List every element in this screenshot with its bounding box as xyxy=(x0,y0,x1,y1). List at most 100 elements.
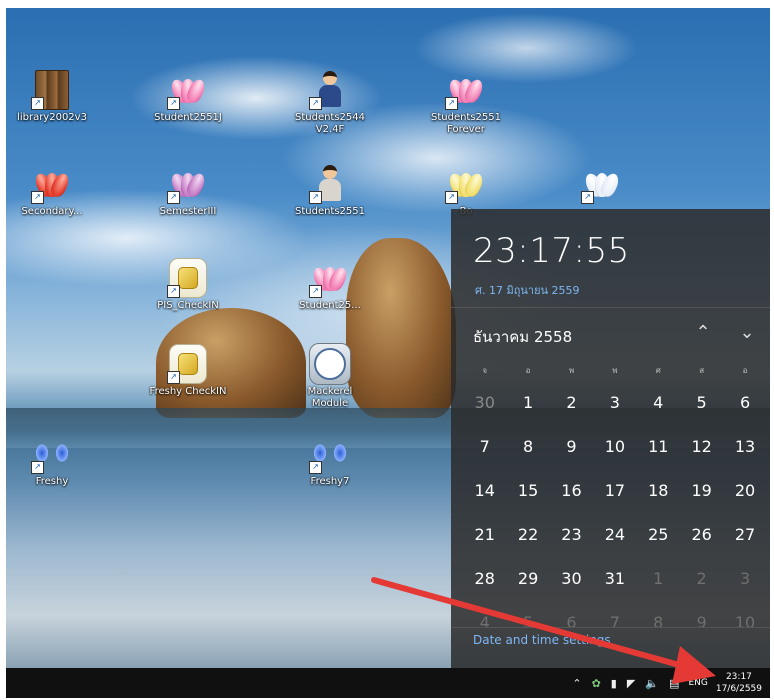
battery-icon[interactable]: ▮ xyxy=(611,677,617,690)
calendar-day[interactable]: 2 xyxy=(680,557,723,601)
app-tray-icon[interactable]: ✿ xyxy=(592,677,601,690)
calendar-day[interactable]: 22 xyxy=(506,513,549,557)
shortcut-arrow-icon: ↗ xyxy=(581,191,594,204)
calendar-day[interactable]: 12 xyxy=(680,425,723,469)
current-time: 23:17:55 xyxy=(473,231,630,271)
calendar-day[interactable]: 8 xyxy=(637,601,680,645)
shortcut-arrow-icon: ↗ xyxy=(309,461,322,474)
chevron-up-icon[interactable]: ⌃ xyxy=(691,321,715,345)
calendar-day[interactable]: 6 xyxy=(723,381,766,425)
calendar-day[interactable]: 21 xyxy=(463,513,506,557)
calendar-day[interactable]: 8 xyxy=(506,425,549,469)
calendar-day[interactable]: 20 xyxy=(723,469,766,513)
calendar-week-row: 30 1 2 3 4 5 6 xyxy=(463,381,767,425)
calendar-day[interactable]: 17 xyxy=(593,469,636,513)
desktop-icon-label: Mackerel Module xyxy=(307,386,353,409)
calendar-day[interactable]: 16 xyxy=(550,469,593,513)
desktop-icon-semesteriii[interactable]: ↗ SemesterIII xyxy=(148,164,228,218)
current-date-long[interactable]: ศ. 17 มิถุนายน 2559 xyxy=(475,281,580,299)
calendar-week-row: 7 8 9 10 11 12 13 xyxy=(463,425,767,469)
weekday-label: พ xyxy=(612,366,618,375)
calendar-day[interactable]: 4 xyxy=(637,381,680,425)
calendar-day[interactable]: 29 xyxy=(506,557,549,601)
desktop-icon-pis-checkin[interactable]: ↗ PIS_CheckIN xyxy=(148,258,228,312)
date-time-settings-link[interactable]: Date and time settings xyxy=(473,633,611,647)
calendar-day[interactable]: 31 xyxy=(593,557,636,601)
weekday-label: ส xyxy=(699,366,705,375)
wifi-icon[interactable]: ◤ xyxy=(627,677,635,690)
calendar-day[interactable]: 11 xyxy=(637,425,680,469)
divider xyxy=(451,627,770,628)
divider xyxy=(451,307,770,308)
desktop-icon-label: Students2551 Forever xyxy=(430,112,502,135)
calendar-day[interactable]: 30 xyxy=(550,557,593,601)
action-center-icon[interactable]: ▤ xyxy=(669,677,679,690)
desktop-icon-student25[interactable]: ↗ Student25... xyxy=(290,258,370,312)
calendar-day[interactable]: 18 xyxy=(637,469,680,513)
calendar-day[interactable]: 28 xyxy=(463,557,506,601)
calendar-day[interactable]: 3 xyxy=(593,381,636,425)
calendar-week-row: 14 15 16 17 18 19 20 xyxy=(463,469,767,513)
shortcut-arrow-icon: ↗ xyxy=(31,461,44,474)
desktop-icon-freshy-checkin[interactable]: ↗ Freshy CheckIN xyxy=(148,344,228,398)
calendar-day[interactable]: 9 xyxy=(550,425,593,469)
calendar-day[interactable]: 27 xyxy=(723,513,766,557)
desktop-icon-label: Students2551 xyxy=(294,206,366,217)
calendar-day[interactable]: 23 xyxy=(550,513,593,557)
weekday-label: อ xyxy=(742,366,748,375)
desktop-icon-students2551[interactable]: ↗ Students2551 xyxy=(290,164,370,218)
calendar-day[interactable]: 26 xyxy=(680,513,723,557)
calendar-day[interactable]: 19 xyxy=(680,469,723,513)
volume-icon[interactable]: 🔈 xyxy=(645,677,659,690)
weekday-label: ศ xyxy=(655,366,661,375)
desktop-icon-label: Student2551J xyxy=(154,112,222,123)
calendar-week-row: 21 22 23 24 25 26 27 xyxy=(463,513,767,557)
calendar-day[interactable]: 14 xyxy=(463,469,506,513)
calendar-day[interactable]: 3 xyxy=(723,557,766,601)
taskbar: ⌃ ✿ ▮ ◤ 🔈 ▤ ENG 23:17 17/6/2559 xyxy=(6,668,770,698)
shortcut-arrow-icon: ↗ xyxy=(167,97,180,110)
shortcut-arrow-icon: ↗ xyxy=(445,97,458,110)
desktop-icon-label: PIS_CheckIN xyxy=(157,300,219,311)
calendar-day[interactable]: 9 xyxy=(680,601,723,645)
calendar-day[interactable]: 10 xyxy=(593,425,636,469)
calendar-day[interactable]: 7 xyxy=(463,425,506,469)
desktop-icon-secondary[interactable]: ↗ Secondary... xyxy=(12,164,92,218)
desktop-icon-students2544[interactable]: ↗ Students2544 V2.4F xyxy=(290,70,370,136)
desktop: ↗ library2002v3 ↗ Student2551J ↗ Student… xyxy=(6,8,770,698)
calendar-day[interactable]: 2 xyxy=(550,381,593,425)
shortcut-arrow-icon: ↗ xyxy=(445,191,458,204)
calendar-day[interactable]: 30 xyxy=(463,381,506,425)
desktop-icon-label: Freshy xyxy=(35,476,69,487)
calendar-week-row: 28 29 30 31 1 2 3 xyxy=(463,557,767,601)
desktop-icon-freshy7[interactable]: ↗ Freshy7 xyxy=(290,434,370,488)
calendar-day[interactable]: 1 xyxy=(637,557,680,601)
chevron-down-icon[interactable]: ⌄ xyxy=(735,321,759,345)
calendar-day[interactable]: 15 xyxy=(506,469,549,513)
shortcut-arrow-icon: ↗ xyxy=(167,285,180,298)
shortcut-arrow-icon: ↗ xyxy=(309,191,322,204)
desktop-icon-label: Freshy CheckIN xyxy=(149,386,227,397)
desktop-icon-library2002v3[interactable]: ↗ library2002v3 xyxy=(12,70,92,124)
calendar-day[interactable]: 1 xyxy=(506,381,549,425)
taskbar-clock-time: 23:17 xyxy=(725,672,752,682)
weekday-label: พ xyxy=(568,366,575,375)
desktop-icon-white-flower[interactable]: ↗ xyxy=(562,164,642,206)
desktop-icon-mackerel-module[interactable]: Mackerel Module xyxy=(290,343,370,410)
calendar-day[interactable]: 24 xyxy=(593,513,636,557)
language-indicator[interactable]: ENG xyxy=(688,678,707,688)
shortcut-arrow-icon: ↗ xyxy=(309,97,322,110)
shortcut-arrow-icon: ↗ xyxy=(167,371,180,384)
shortcut-arrow-icon: ↗ xyxy=(167,191,180,204)
calendar-day[interactable]: 13 xyxy=(723,425,766,469)
desktop-icon-students2551-forever[interactable]: ↗ Students2551 Forever xyxy=(426,70,506,136)
calendar-flyout: 23:17:55 ศ. 17 มิถุนายน 2559 ธันวาคม 255… xyxy=(451,209,770,668)
chevron-up-icon[interactable]: ⌃ xyxy=(572,677,581,690)
desktop-icon-student2551j[interactable]: ↗ Student2551J xyxy=(148,70,228,124)
taskbar-clock[interactable]: 23:17 17/6/2559 xyxy=(716,671,762,695)
calendar-day[interactable]: 10 xyxy=(723,601,766,645)
calendar-month-title[interactable]: ธันวาคม 2558 xyxy=(473,325,572,349)
calendar-day[interactable]: 5 xyxy=(680,381,723,425)
calendar-day[interactable]: 25 xyxy=(637,513,680,557)
desktop-icon-freshy[interactable]: ↗ Freshy xyxy=(12,434,92,488)
